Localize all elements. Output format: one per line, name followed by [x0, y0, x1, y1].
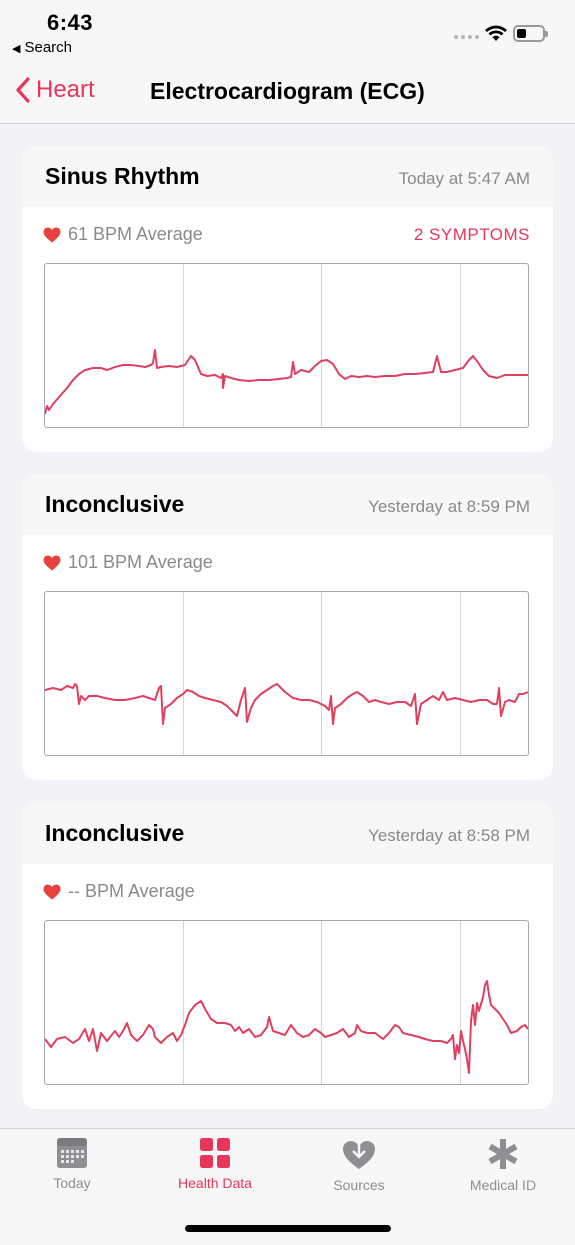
bpm-average: -- BPM Average [68, 881, 195, 901]
ecg-waveform [45, 980, 528, 1074]
battery-icon [513, 25, 548, 42]
recording-time: Yesterday at 8:58 PM [368, 826, 530, 845]
ecg-waveform-preview [44, 591, 529, 756]
tab-label: Sources [333, 1177, 385, 1193]
tab-today[interactable]: Today [12, 1137, 132, 1191]
recording-time: Yesterday at 8:59 PM [368, 497, 530, 516]
tab-label: Medical ID [469, 1177, 537, 1193]
grid-icon [200, 1138, 230, 1168]
status-time: 6:43 [47, 10, 94, 35]
bpm-average-row: 61 BPM Average [43, 224, 203, 245]
status-bar: 6:43 ◀ Search [0, 0, 575, 62]
ecg-waveform [45, 683, 528, 725]
recording-classification: Sinus Rhythm [45, 163, 200, 189]
card-header: Inconclusive Yesterday at 8:58 PM [22, 803, 553, 864]
tab-health-data[interactable]: Health Data [155, 1137, 275, 1191]
recording-classification: Inconclusive [45, 491, 185, 517]
heart-icon [43, 227, 61, 242]
back-app-label: Search [24, 39, 72, 56]
card-header: Sinus Rhythm Today at 5:47 AM [22, 146, 553, 207]
home-indicator[interactable] [185, 1225, 391, 1232]
ecg-recording-card[interactable]: Inconclusive Yesterday at 8:58 PM -- BPM… [22, 803, 553, 1109]
bpm-average-row: 101 BPM Average [43, 552, 213, 573]
bpm-average: 101 BPM Average [68, 552, 213, 572]
ecg-recording-card[interactable]: Inconclusive Yesterday at 8:59 PM 101 BP… [22, 474, 553, 780]
wifi-icon [485, 25, 507, 41]
navigation-bar: Heart Electrocardiogram (ECG) [0, 62, 575, 124]
recording-classification: Inconclusive [45, 820, 185, 846]
recording-time: Today at 5:47 AM [398, 169, 530, 188]
asterisk-icon [488, 1139, 518, 1169]
heart-download-icon [343, 1138, 375, 1169]
heart-icon [43, 555, 61, 570]
bpm-average-row: -- BPM Average [43, 881, 195, 902]
cellular-signal-icon [454, 35, 479, 39]
ecg-waveform-preview [44, 263, 529, 428]
back-to-app-link[interactable]: ◀ Search [12, 39, 72, 56]
calendar-icon [57, 1138, 87, 1168]
symptoms-link[interactable]: 2 SYMPTOMS [414, 225, 530, 245]
ecg-waveform-preview [44, 920, 529, 1085]
tab-label: Today [53, 1175, 91, 1191]
back-button[interactable]: Heart [16, 76, 95, 104]
back-button-label: Heart [36, 76, 95, 103]
back-triangle-icon: ◀ [12, 43, 21, 55]
card-header: Inconclusive Yesterday at 8:59 PM [22, 474, 553, 535]
heart-icon [43, 884, 61, 899]
tab-medical-id[interactable]: Medical ID [443, 1137, 563, 1193]
ecg-waveform [45, 349, 528, 415]
bpm-average: 61 BPM Average [68, 224, 203, 244]
chevron-left-icon [16, 77, 30, 103]
ecg-recording-card[interactable]: Sinus Rhythm Today at 5:47 AM 61 BPM Ave… [22, 146, 553, 452]
tab-sources[interactable]: Sources [299, 1137, 419, 1193]
tab-label: Health Data [178, 1175, 252, 1191]
page-title: Electrocardiogram (ECG) [150, 78, 425, 104]
